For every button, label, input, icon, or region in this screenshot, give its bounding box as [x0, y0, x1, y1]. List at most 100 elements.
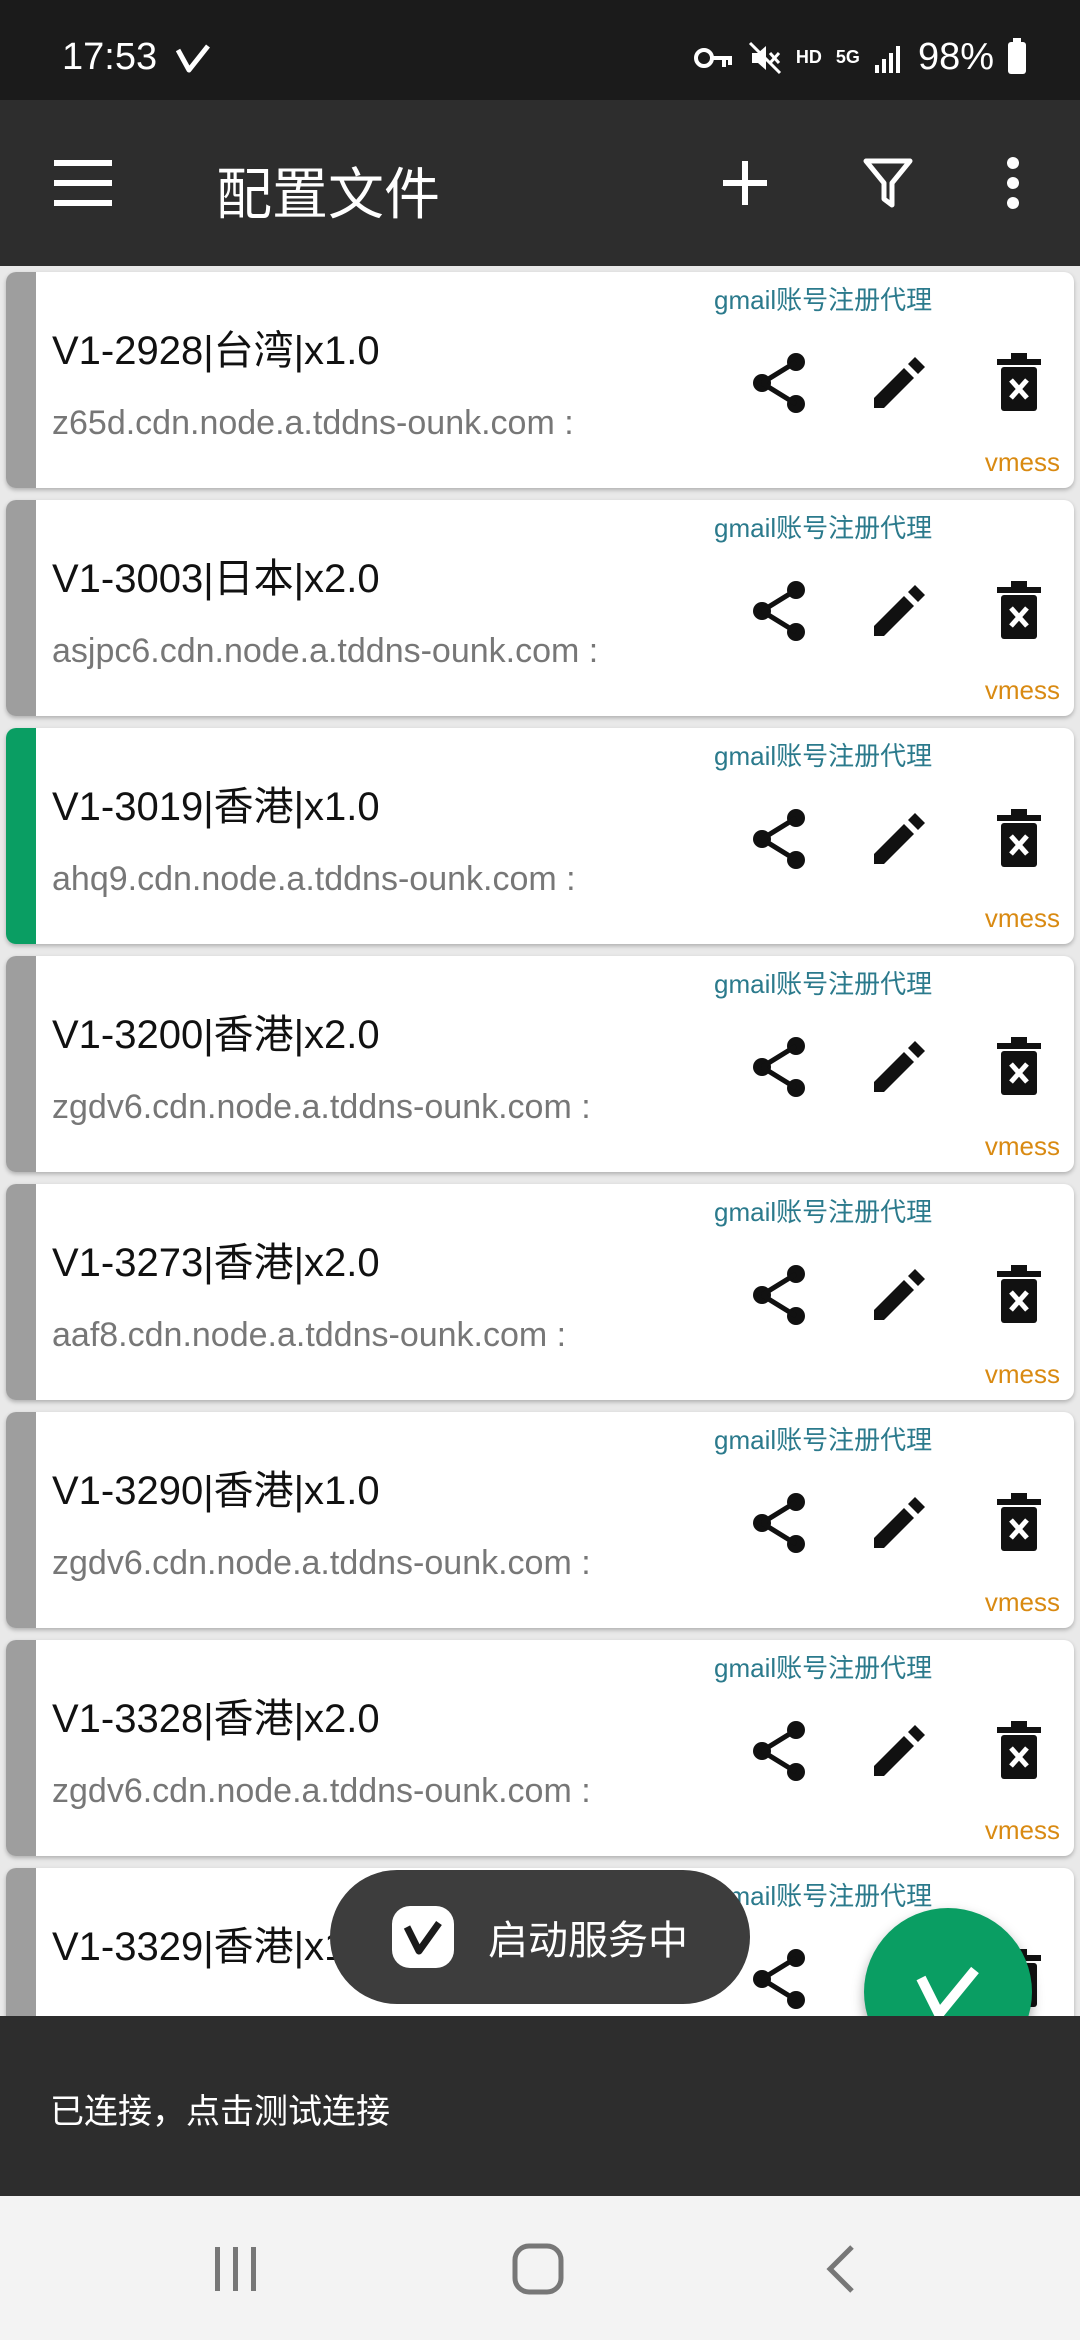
server-tag: gmail账号注册代理 [714, 969, 933, 999]
server-card[interactable]: gmail账号注册代理 V1-3328|香港|x2.0 zgdv6.cdn.no… [6, 1640, 1074, 1856]
edit-button[interactable] [864, 1260, 934, 1330]
active-indicator [6, 728, 36, 944]
edit-icon [874, 1269, 925, 1320]
server-card[interactable]: gmail账号注册代理 V1-3200|香港|x2.0 zgdv6.cdn.no… [6, 956, 1074, 1172]
server-name: V1-3200|香港|x2.0 [52, 1013, 380, 1057]
server-protocol: vmess [984, 1587, 1060, 1617]
delete-button[interactable] [984, 576, 1054, 646]
app-logo-icon [392, 1906, 454, 1968]
share-button[interactable] [744, 576, 814, 646]
v2ray-status-icon [176, 44, 210, 73]
server-address: z65d.cdn.node.a.tddns-ounk.com : [52, 404, 574, 442]
server-name: V1-3003|日本|x2.0 [52, 557, 380, 601]
edit-icon [874, 357, 925, 408]
v2ray-logo-icon [916, 1966, 979, 2019]
recent-apps-button[interactable] [196, 2234, 276, 2304]
battery-icon [1008, 37, 1026, 74]
server-tag: gmail账号注册代理 [714, 1197, 933, 1227]
share-icon [753, 1265, 805, 1325]
server-card[interactable]: gmail账号注册代理 V1-3003|日本|x2.0 asjpc6.cdn.n… [6, 500, 1074, 716]
delete-button[interactable] [984, 1716, 1054, 1786]
delete-icon [997, 1265, 1041, 1323]
edit-button[interactable] [864, 348, 934, 418]
inactive-indicator [6, 1412, 36, 1628]
network-label: 5G [835, 47, 860, 67]
server-tag: gmail账号注册代理 [714, 513, 933, 543]
inactive-indicator [6, 1868, 36, 2016]
server-name: V1-3019|香港|x1.0 [52, 785, 380, 829]
share-button[interactable] [744, 1488, 814, 1558]
delete-icon [997, 809, 1041, 867]
delete-icon [997, 1493, 1041, 1551]
back-icon [826, 2245, 854, 2293]
mute-icon [748, 41, 781, 74]
edit-icon [874, 1725, 925, 1776]
server-protocol: vmess [984, 675, 1060, 705]
back-button[interactable] [800, 2234, 880, 2304]
delete-icon [997, 581, 1041, 639]
delete-icon [997, 1037, 1041, 1095]
server-address: zgdv6.cdn.node.a.tddns-ounk.com : [52, 1544, 591, 1582]
more-options-button[interactable] [978, 148, 1048, 218]
server-tag: gmail账号注册代理 [714, 1881, 933, 1911]
toast-message: 启动服务中 [330, 1870, 750, 2004]
inactive-indicator [6, 1640, 36, 1856]
server-name: V1-3328|香港|x2.0 [52, 1697, 380, 1741]
share-icon [753, 1037, 805, 1097]
share-icon [753, 581, 805, 641]
edit-button[interactable] [864, 1716, 934, 1786]
edit-button[interactable] [864, 1032, 934, 1102]
inactive-indicator [6, 272, 36, 488]
share-button[interactable] [744, 804, 814, 874]
inactive-indicator [6, 956, 36, 1172]
delete-button[interactable] [984, 1032, 1054, 1102]
server-address: asjpc6.cdn.node.a.tddns-ounk.com : [52, 632, 599, 670]
share-icon [753, 1949, 805, 2009]
delete-button[interactable] [984, 804, 1054, 874]
edit-button[interactable] [864, 576, 934, 646]
home-icon [512, 2243, 564, 2295]
share-icon [753, 1493, 805, 1553]
delete-button[interactable] [984, 1260, 1054, 1330]
add-button[interactable] [710, 148, 780, 218]
inactive-indicator [6, 500, 36, 716]
app-bar: 配置文件 [0, 100, 1080, 266]
edit-button[interactable] [864, 1488, 934, 1558]
delete-icon [997, 353, 1041, 411]
server-card[interactable]: gmail账号注册代理 V1-2928|台湾|x1.0 z65d.cdn.nod… [6, 272, 1074, 488]
server-card[interactable]: gmail账号注册代理 V1-3290|香港|x1.0 zgdv6.cdn.no… [6, 1412, 1074, 1628]
system-nav-bar [0, 2196, 1080, 2340]
vpn-key-icon [693, 47, 732, 68]
share-button[interactable] [744, 1944, 814, 2014]
server-protocol: vmess [984, 1815, 1060, 1845]
signal-icon [874, 45, 900, 73]
edit-button[interactable] [864, 804, 934, 874]
share-button[interactable] [744, 348, 814, 418]
edit-icon [874, 585, 925, 636]
server-tag: gmail账号注册代理 [714, 741, 933, 771]
server-name: V1-2928|台湾|x1.0 [52, 329, 380, 373]
connection-status-text: 已连接，点击测试连接 [50, 2093, 390, 2131]
share-button[interactable] [744, 1716, 814, 1786]
server-address: zgdv6.cdn.node.a.tddns-ounk.com : [52, 1088, 591, 1126]
share-icon [753, 353, 805, 413]
server-name: V1-3273|香港|x2.0 [52, 1241, 380, 1285]
home-button[interactable] [498, 2234, 578, 2304]
delete-button[interactable] [984, 348, 1054, 418]
server-card[interactable]: gmail账号注册代理 V1-3273|香港|x2.0 aaf8.cdn.nod… [6, 1184, 1074, 1400]
filter-button[interactable] [853, 148, 923, 218]
share-button[interactable] [744, 1260, 814, 1330]
share-button[interactable] [744, 1032, 814, 1102]
server-card[interactable]: gmail账号注册代理 V1-3019|香港|x1.0 ahq9.cdn.nod… [6, 728, 1074, 944]
connection-status-bar[interactable]: 已连接，点击测试连接 [0, 2016, 1080, 2196]
filter-icon [863, 158, 913, 208]
add-icon [723, 161, 767, 205]
edit-icon [874, 813, 925, 864]
share-icon [753, 1721, 805, 1781]
delete-icon [997, 1721, 1041, 1779]
battery-percent: 98% [917, 36, 994, 78]
menu-icon[interactable] [54, 160, 112, 206]
server-list[interactable]: gmail账号注册代理 V1-2928|台湾|x1.0 z65d.cdn.nod… [0, 266, 1080, 2016]
delete-button[interactable] [984, 1488, 1054, 1558]
recent-apps-icon [215, 2247, 256, 2291]
